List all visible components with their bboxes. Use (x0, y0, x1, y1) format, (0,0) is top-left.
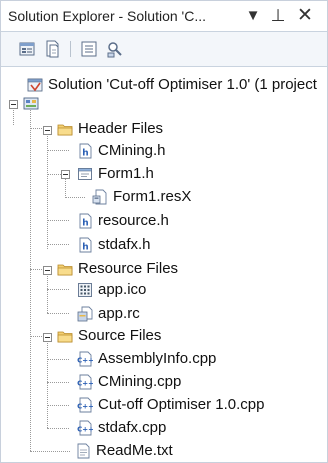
header-file-icon (77, 237, 93, 253)
tree-item-app-rc[interactable]: app.rc (1, 304, 327, 324)
tree-item-form1-resx[interactable]: Form1.resX (1, 187, 327, 207)
tree-item-form1-h[interactable]: Form1.h (1, 164, 327, 184)
tree-item-stdafx-h[interactable]: stdafx.h (1, 235, 327, 255)
icon-file-icon (77, 282, 93, 298)
tree-item-source-files[interactable]: Source Files (1, 326, 327, 346)
collapse-icon[interactable] (43, 266, 52, 275)
tree-item-stdafx-cpp[interactable]: stdafx.cpp (1, 418, 327, 438)
tree-item-resource-h[interactable]: resource.h (1, 211, 327, 231)
file-label: stdafx.cpp (98, 419, 167, 436)
solution-tree: Solution 'Cut-off Optimiser 1.0' (1 proj… (1, 67, 327, 462)
tree-item-cmining-h[interactable]: CMining.h (1, 141, 327, 161)
close-icon[interactable]: ✕ (295, 6, 315, 26)
file-label: AssemblyInfo.cpp (98, 350, 217, 367)
file-label: CMining.cpp (98, 373, 182, 390)
cpp-file-icon (77, 420, 93, 436)
solution-label: Solution 'Cut-off Optimiser 1.0' (1 proj… (48, 76, 317, 93)
collapse-icon[interactable] (43, 126, 52, 135)
file-label: Cut-off Optimiser 1.0.cpp (98, 396, 265, 413)
folder-icon (57, 328, 73, 344)
collapse-icon[interactable] (43, 333, 52, 342)
folder-label: Source Files (78, 327, 162, 344)
file-label: app.ico (98, 281, 147, 298)
title-bar: Solution Explorer - Solution 'C... ▼ ⊥ ✕ (1, 1, 327, 32)
cpp-file-icon (77, 397, 93, 413)
tree-item-solution[interactable]: Solution 'Cut-off Optimiser 1.0' (1 proj… (1, 75, 327, 95)
collapse-icon[interactable] (61, 170, 70, 179)
file-label: Form1.h (98, 165, 154, 182)
tree-item-cutoff-cpp[interactable]: Cut-off Optimiser 1.0.cpp (1, 395, 327, 415)
resx-file-icon (92, 189, 108, 205)
solution-explorer-panel: Solution Explorer - Solution 'C... ▼ ⊥ ✕ (0, 0, 328, 463)
properties-icon[interactable] (17, 39, 37, 59)
view-class-diagram-icon[interactable] (105, 39, 125, 59)
folder-icon (57, 261, 73, 277)
tree-item-app-ico[interactable]: app.ico (1, 280, 327, 300)
show-all-files-icon[interactable] (43, 39, 63, 59)
tree-item-resource-files[interactable]: Resource Files (1, 259, 327, 279)
project-icon (23, 95, 39, 111)
collapse-icon[interactable] (9, 100, 18, 109)
file-label: CMining.h (98, 142, 166, 159)
file-label: Form1.resX (113, 188, 192, 205)
toolbar-separator (70, 41, 71, 57)
refresh-icon[interactable] (79, 39, 99, 59)
tree-item-cmining-cpp[interactable]: CMining.cpp (1, 372, 327, 392)
file-label: stdafx.h (98, 236, 151, 253)
tree-item-project[interactable] (1, 93, 327, 113)
folder-label: Header Files (78, 120, 164, 137)
tree-item-readme[interactable]: ReadMe.txt (1, 441, 327, 461)
tree-item-assemblyinfo-cpp[interactable]: AssemblyInfo.cpp (1, 349, 327, 369)
dropdown-arrow-icon[interactable]: ▼ (243, 6, 263, 26)
toolbar (1, 32, 327, 67)
file-label: ReadMe.txt (96, 442, 173, 459)
solution-icon (27, 77, 43, 93)
header-file-icon (77, 143, 93, 159)
cpp-file-icon (77, 351, 93, 367)
folder-icon (57, 121, 73, 137)
form-file-icon (77, 166, 93, 182)
file-label: resource.h (98, 212, 169, 229)
file-label: app.rc (98, 305, 140, 322)
window-title: Solution Explorer - Solution 'C... (8, 8, 206, 24)
folder-label: Resource Files (78, 260, 179, 277)
tree-item-header-files[interactable]: Header Files (1, 119, 327, 139)
resource-script-icon (77, 306, 93, 322)
text-file-icon (75, 443, 91, 459)
cpp-file-icon (77, 374, 93, 390)
pin-icon[interactable]: ⊥ (268, 6, 288, 26)
header-file-icon (77, 213, 93, 229)
